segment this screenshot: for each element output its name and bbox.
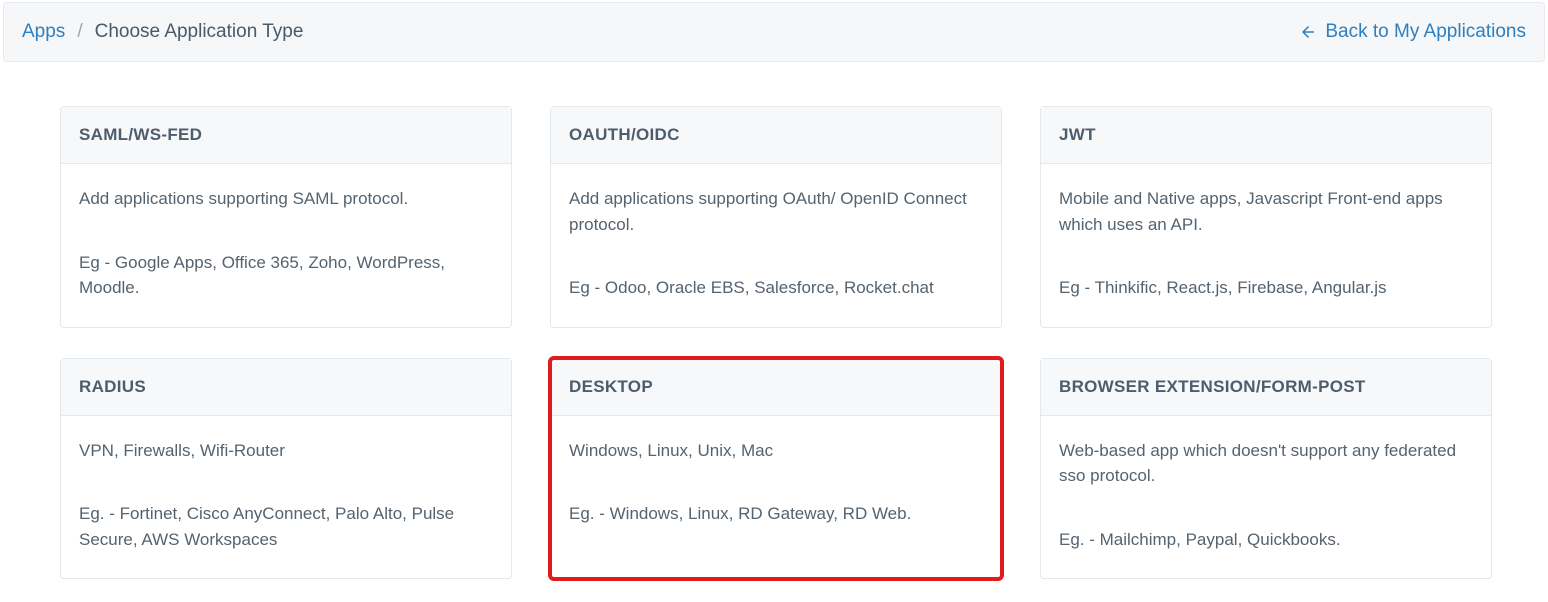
card-desktop[interactable]: DESKTOP Windows, Linux, Unix, Mac Eg. - …	[550, 358, 1002, 580]
card-description: Add applications supporting SAML protoco…	[79, 186, 493, 212]
card-description: Windows, Linux, Unix, Mac	[569, 438, 983, 464]
arrow-left-icon	[1299, 23, 1317, 41]
card-examples: Eg. - Mailchimp, Paypal, Quickbooks.	[1059, 527, 1473, 553]
card-oauth-oidc[interactable]: OAUTH/OIDC Add applications supporting O…	[550, 106, 1002, 328]
card-examples: Eg. - Fortinet, Cisco AnyConnect, Palo A…	[79, 501, 493, 552]
card-examples: Eg - Google Apps, Office 365, Zoho, Word…	[79, 250, 493, 301]
card-jwt[interactable]: JWT Mobile and Native apps, Javascript F…	[1040, 106, 1492, 328]
breadcrumb: Apps / Choose Application Type	[22, 21, 303, 43]
card-description: VPN, Firewalls, Wifi-Router	[79, 438, 493, 464]
card-title: RADIUS	[61, 359, 511, 416]
card-body: Add applications supporting OAuth/ OpenI…	[551, 164, 1001, 327]
back-to-applications-label: Back to My Applications	[1325, 21, 1526, 43]
card-examples: Eg - Thinkific, React.js, Firebase, Angu…	[1059, 275, 1473, 301]
card-saml-ws-fed[interactable]: SAML/WS-FED Add applications supporting …	[60, 106, 512, 328]
card-title: DESKTOP	[551, 359, 1001, 416]
app-type-grid: SAML/WS-FED Add applications supporting …	[0, 62, 1548, 579]
breadcrumb-separator: /	[77, 21, 82, 43]
card-title: SAML/WS-FED	[61, 107, 511, 164]
card-examples: Eg. - Windows, Linux, RD Gateway, RD Web…	[569, 501, 983, 527]
back-to-applications-link[interactable]: Back to My Applications	[1299, 21, 1526, 43]
breadcrumb-root-link[interactable]: Apps	[22, 21, 65, 43]
card-body: Windows, Linux, Unix, Mac Eg. - Windows,…	[551, 416, 1001, 553]
card-examples: Eg - Odoo, Oracle EBS, Salesforce, Rocke…	[569, 275, 983, 301]
card-description: Web-based app which doesn't support any …	[1059, 438, 1473, 489]
card-body: Add applications supporting SAML protoco…	[61, 164, 511, 327]
card-radius[interactable]: RADIUS VPN, Firewalls, Wifi-Router Eg. -…	[60, 358, 512, 580]
breadcrumb-current: Choose Application Type	[95, 21, 304, 43]
card-description: Add applications supporting OAuth/ OpenI…	[569, 186, 983, 237]
card-body: VPN, Firewalls, Wifi-Router Eg. - Fortin…	[61, 416, 511, 579]
card-title: BROWSER EXTENSION/FORM-POST	[1041, 359, 1491, 416]
card-body: Mobile and Native apps, Javascript Front…	[1041, 164, 1491, 327]
card-title: OAUTH/OIDC	[551, 107, 1001, 164]
top-bar: Apps / Choose Application Type Back to M…	[3, 2, 1545, 62]
card-title: JWT	[1041, 107, 1491, 164]
card-browser-extension[interactable]: BROWSER EXTENSION/FORM-POST Web-based ap…	[1040, 358, 1492, 580]
card-description: Mobile and Native apps, Javascript Front…	[1059, 186, 1473, 237]
card-body: Web-based app which doesn't support any …	[1041, 416, 1491, 579]
